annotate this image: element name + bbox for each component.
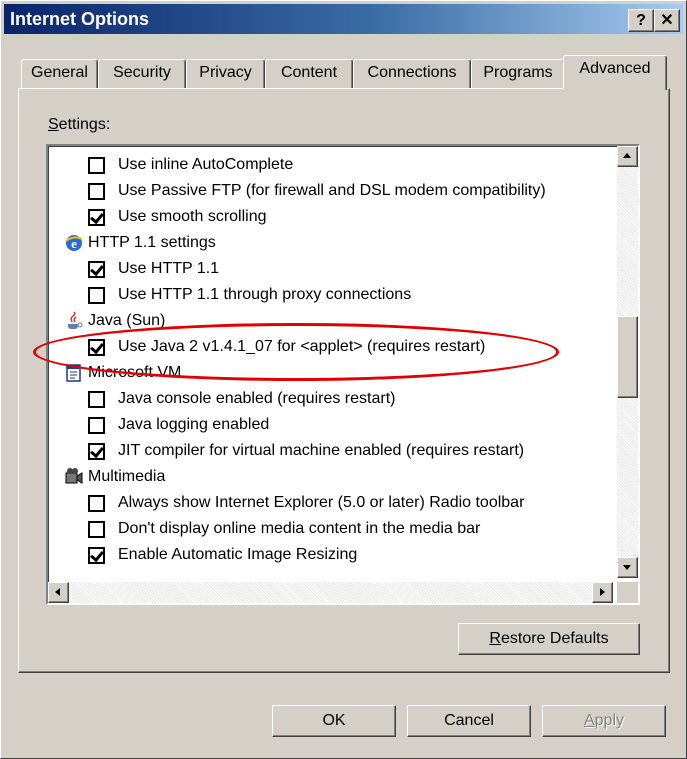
setting-label: Use HTTP 1.1 <box>118 260 220 277</box>
tab-content[interactable]: Content <box>265 59 353 88</box>
checkbox-unchecked[interactable] <box>88 521 105 538</box>
setting-label: Java console enabled (requires restart) <box>118 390 396 407</box>
setting-checkbox-row[interactable]: JIT compiler for virtual machine enabled… <box>48 438 613 464</box>
java-icon <box>64 311 84 331</box>
checkbox-checked[interactable] <box>88 261 105 278</box>
setting-checkbox-row[interactable]: Use Java 2 v1.4.1_07 for <applet> (requi… <box>48 334 613 360</box>
settings-list[interactable]: Use inline AutoComplete Use Passive FTP (… <box>46 144 640 605</box>
tab-strip: General Security Privacy Content Connect… <box>21 55 671 90</box>
checkbox-unchecked[interactable] <box>88 287 105 304</box>
checkbox-unchecked[interactable] <box>88 183 105 200</box>
setting-checkbox-row[interactable]: Use HTTP 1.1 through proxy connections <box>48 282 613 308</box>
tab-programs[interactable]: Programs <box>471 59 565 88</box>
tab-privacy[interactable]: Privacy <box>186 59 265 88</box>
setting-label: Java logging enabled <box>118 416 270 433</box>
checkbox-unchecked[interactable] <box>88 157 105 174</box>
scroll-down-button[interactable] <box>617 557 638 578</box>
setting-label: Enable Automatic Image Resizing <box>118 546 358 563</box>
checkbox-unchecked[interactable] <box>88 417 105 434</box>
setting-category: Multimedia <box>48 464 613 490</box>
scroll-corner <box>617 582 638 603</box>
tab-general[interactable]: General <box>21 59 98 88</box>
tab-connections[interactable]: Connections <box>353 59 471 88</box>
apply-button[interactable]: Apply <box>542 705 666 737</box>
multimedia-icon <box>64 467 84 487</box>
title-bar[interactable]: Internet Options ? ✕ <box>4 4 683 34</box>
setting-label: Use Java 2 v1.4.1_07 for <applet> (requi… <box>118 338 486 355</box>
horizontal-scrollbar[interactable] <box>48 582 613 603</box>
advanced-panel: Settings: Use inline AutoComplete Use Pas… <box>18 88 670 673</box>
tab-advanced[interactable]: Advanced <box>563 55 667 90</box>
help-button[interactable]: ? <box>628 9 654 32</box>
scroll-thumb[interactable] <box>617 316 638 398</box>
vm-icon <box>64 363 84 383</box>
cancel-button[interactable]: Cancel <box>407 705 531 737</box>
restore-defaults-button[interactable]: Restore Defaults <box>458 623 640 655</box>
setting-category: e HTTP 1.1 settings <box>48 230 613 256</box>
ok-button[interactable]: OK <box>272 705 396 737</box>
tab-security[interactable]: Security <box>98 59 186 88</box>
setting-label: Use HTTP 1.1 through proxy connections <box>118 286 412 303</box>
vertical-scrollbar[interactable] <box>617 146 638 578</box>
scroll-right-button[interactable] <box>592 582 613 603</box>
settings-label: Settings: <box>48 116 111 133</box>
setting-checkbox-row[interactable]: Enable Automatic Image Resizing <box>48 542 613 568</box>
checkbox-checked[interactable] <box>88 339 105 356</box>
setting-checkbox-row[interactable]: Use HTTP 1.1 <box>48 256 613 282</box>
category-label: Multimedia <box>88 468 166 485</box>
setting-checkbox-row[interactable]: Always show Internet Explorer (5.0 or la… <box>48 490 613 516</box>
setting-label: Always show Internet Explorer (5.0 or la… <box>118 494 525 511</box>
category-label: HTTP 1.1 settings <box>88 234 216 251</box>
setting-category: Microsoft VM <box>48 360 613 386</box>
setting-label: Use inline AutoComplete <box>118 156 294 173</box>
setting-label: Use smooth scrolling <box>118 208 267 225</box>
scroll-left-button[interactable] <box>48 582 69 603</box>
checkbox-unchecked[interactable] <box>88 391 105 408</box>
close-button[interactable]: ✕ <box>654 9 680 32</box>
setting-label: Don't display online media content in th… <box>118 520 481 537</box>
scroll-up-button[interactable] <box>617 146 638 167</box>
setting-checkbox-row[interactable]: Java logging enabled <box>48 412 613 438</box>
setting-category: Java (Sun) <box>48 308 613 334</box>
category-label: Java (Sun) <box>88 312 166 329</box>
setting-checkbox-row[interactable]: Use Passive FTP (for firewall and DSL mo… <box>48 178 613 204</box>
checkbox-checked[interactable] <box>88 547 105 564</box>
window-title: Internet Options <box>10 9 149 29</box>
checkbox-checked[interactable] <box>88 209 105 226</box>
internet-options-window: Internet Options ? ✕ General Security Pr… <box>0 0 687 759</box>
setting-label: Use Passive FTP (for firewall and DSL mo… <box>118 182 546 199</box>
ie-icon: e <box>64 233 84 253</box>
checkbox-unchecked[interactable] <box>88 495 105 512</box>
setting-label: JIT compiler for virtual machine enabled… <box>118 442 525 459</box>
setting-checkbox-row[interactable]: Use smooth scrolling <box>48 204 613 230</box>
setting-checkbox-row[interactable]: Don't display online media content in th… <box>48 516 613 542</box>
category-label: Microsoft VM <box>88 364 182 381</box>
setting-checkbox-row[interactable]: Java console enabled (requires restart) <box>48 386 613 412</box>
setting-checkbox-row[interactable]: Use inline AutoComplete <box>48 152 613 178</box>
checkbox-checked[interactable] <box>88 443 105 460</box>
